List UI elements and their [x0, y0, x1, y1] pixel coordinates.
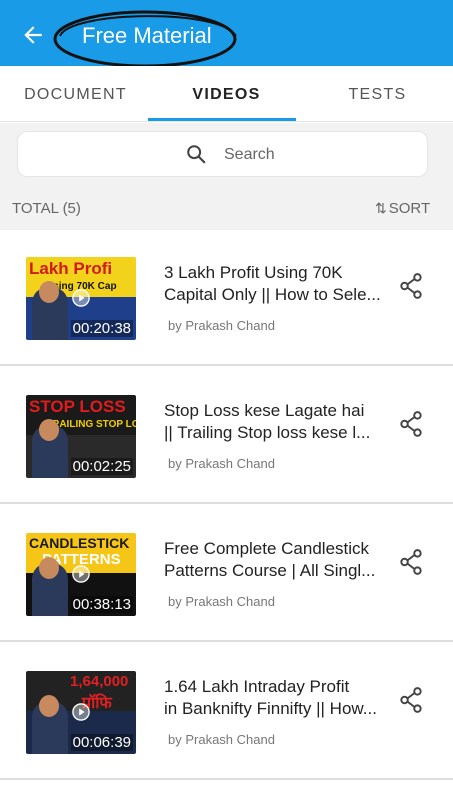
tab-videos[interactable]: VIDEOS — [151, 66, 302, 122]
total-count: TOTAL (5) — [12, 200, 81, 217]
video-duration: 00:02:25 — [70, 458, 133, 475]
list-item[interactable]: Lakh Profi Using 70K Cap 00:20:38 3 Lakh… — [0, 230, 453, 366]
video-title-line1: Stop Loss kese Lagate hai — [164, 401, 365, 420]
video-author: by Prakash Chand — [168, 318, 275, 333]
search-placeholder: Search — [224, 146, 275, 163]
video-thumbnail[interactable]: CANDLESTICK PATTERNS 00:38:13 — [26, 533, 136, 616]
presenter-face — [39, 419, 59, 441]
play-icon — [72, 289, 90, 307]
thumbnail-headline: CANDLESTICK — [29, 535, 130, 551]
thumbnail-headline: 1,64,000 — [70, 673, 129, 690]
presenter-face — [39, 557, 59, 579]
tab-document[interactable]: DOCUMENT — [0, 66, 151, 122]
share-icon[interactable] — [398, 410, 424, 438]
tab-tests[interactable]: TESTS — [302, 66, 453, 122]
search-input[interactable]: Search — [17, 131, 428, 177]
video-title-line2: in Banknifty Finnifty || How... — [164, 699, 377, 718]
video-thumbnail[interactable]: STOP LOSS TRAILING STOP LO 00:02:25 — [26, 395, 136, 478]
video-title-line1: Free Complete Candlestick — [164, 539, 370, 558]
list-item[interactable]: STOP LOSS TRAILING STOP LO 00:02:25 Stop… — [0, 368, 453, 504]
sort-button[interactable]: ⇅ SORT — [375, 200, 430, 217]
video-duration: 00:06:39 — [70, 734, 133, 751]
video-title: Stop Loss kese Lagate hai || Trailing St… — [164, 400, 388, 444]
play-icon — [72, 565, 90, 583]
presenter-face — [39, 281, 59, 303]
video-thumbnail[interactable]: Lakh Profi Using 70K Cap 00:20:38 — [26, 257, 136, 340]
video-title-line1: 3 Lakh Profit Using 70K — [164, 263, 343, 282]
tab-bar: DOCUMENT VIDEOS TESTS — [0, 66, 453, 122]
share-icon[interactable] — [398, 272, 424, 300]
search-icon — [187, 145, 206, 164]
selected-tab-indicator — [148, 118, 296, 121]
app-bar: Free Material — [0, 0, 453, 68]
video-title-line2: Capital Only || How to Sele... — [164, 285, 381, 304]
video-thumbnail[interactable]: 1,64,000 प्रॉफि 00:06:39 — [26, 671, 136, 754]
page-title: Free Material — [82, 23, 212, 48]
video-title: Free Complete Candlestick Patterns Cours… — [164, 538, 388, 582]
sort-arrows-icon: ⇅ — [375, 200, 387, 216]
list-item[interactable]: CANDLESTICK PATTERNS 00:38:13 Free Compl… — [0, 506, 453, 642]
search-section: Search TOTAL (5) ⇅ SORT — [0, 123, 453, 230]
video-title-line2: Patterns Course | All Singl... — [164, 561, 376, 580]
list-item[interactable]: 1,64,000 प्रॉफि 00:06:39 1.64 Lakh Intra… — [0, 644, 453, 780]
presenter-face — [39, 695, 59, 717]
play-icon — [72, 703, 90, 721]
share-icon[interactable] — [398, 548, 424, 576]
thumbnail-headline: Lakh Profi — [29, 259, 113, 278]
share-icon[interactable] — [398, 686, 424, 714]
video-title: 3 Lakh Profit Using 70K Capital Only || … — [164, 262, 388, 306]
video-title-line1: 1.64 Lakh Intraday Profit — [164, 677, 350, 696]
video-title-line2: || Trailing Stop loss kese l... — [164, 423, 371, 442]
sort-label: SORT — [388, 200, 431, 217]
video-title: 1.64 Lakh Intraday Profit in Banknifty F… — [164, 676, 388, 720]
back-arrow-icon[interactable] — [20, 22, 46, 48]
video-duration: 00:20:38 — [70, 320, 133, 337]
video-duration: 00:38:13 — [70, 596, 133, 613]
video-author: by Prakash Chand — [168, 456, 275, 471]
video-author: by Prakash Chand — [168, 594, 275, 609]
video-author: by Prakash Chand — [168, 732, 275, 747]
thumbnail-headline: STOP LOSS — [29, 397, 126, 416]
